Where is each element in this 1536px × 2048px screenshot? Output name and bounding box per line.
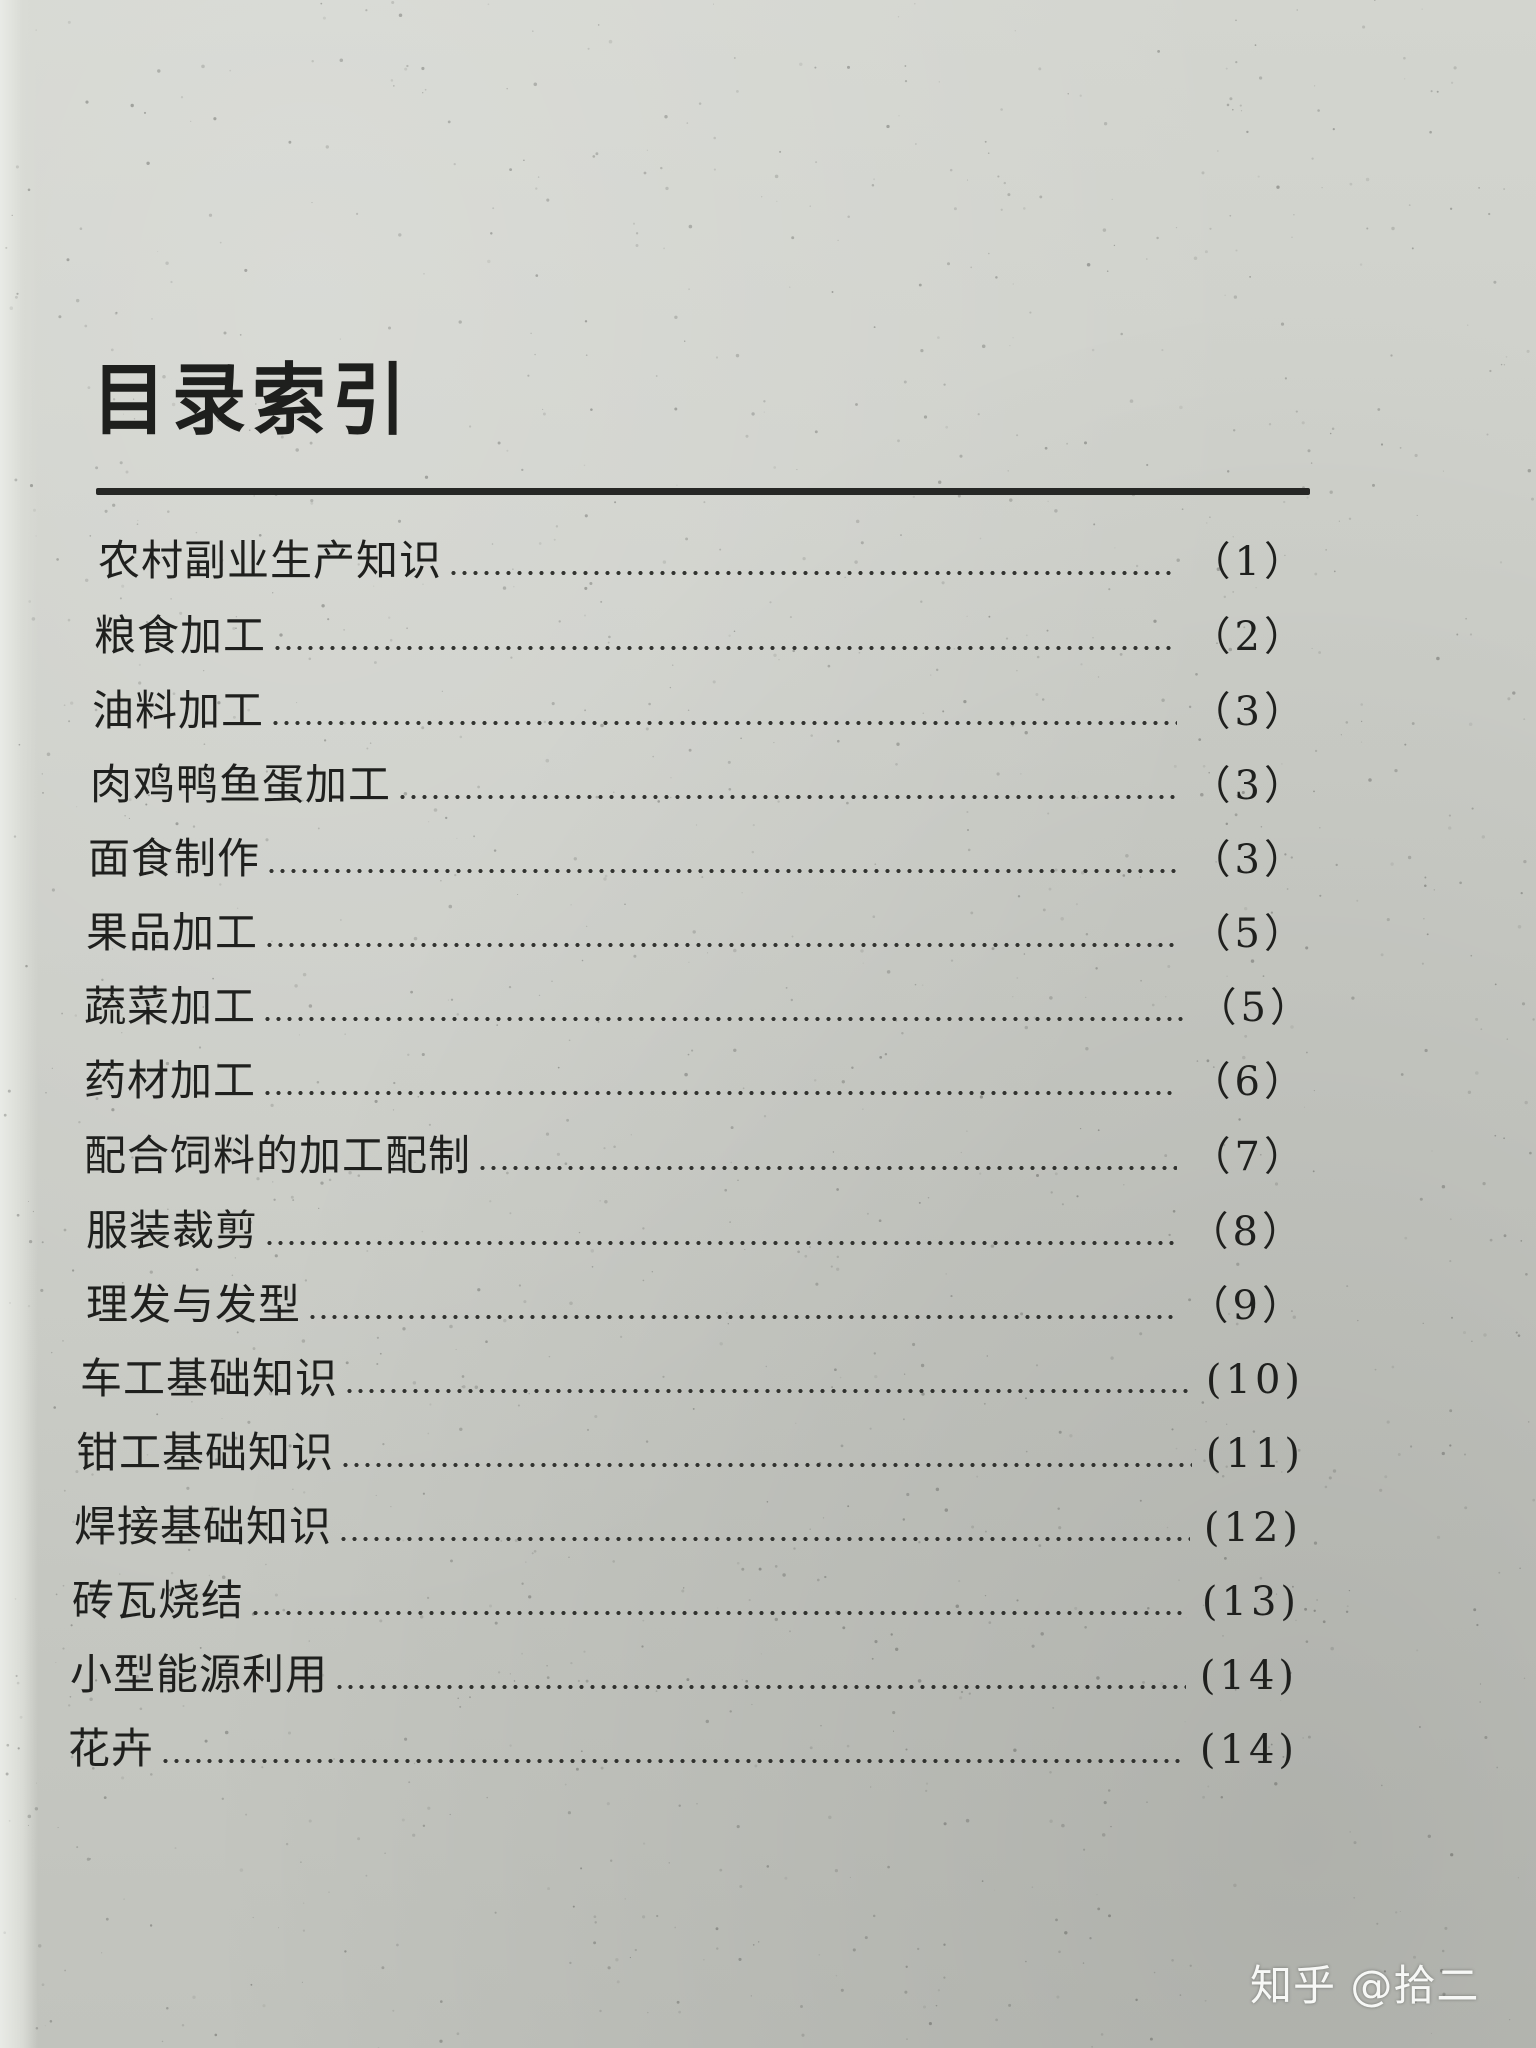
dot-leader <box>334 1684 1186 1690</box>
toc-entry-13: 钳工基础知识 (11) <box>76 1414 1304 1477</box>
toc-entry-17: 花卉 (14) <box>68 1710 1298 1773</box>
toc-entry-label: 粮食加工 <box>94 611 267 660</box>
toc-entry-page: （5） <box>1190 911 1308 957</box>
toc-entry-page: （3） <box>1190 763 1308 809</box>
toc-entry-label: 面食制作 <box>88 834 261 883</box>
toc-entry-page: （6） <box>1190 1059 1308 1105</box>
toc-entry-page: （5） <box>1196 985 1314 1031</box>
toc-entry-label: 小型能源利用 <box>70 1650 329 1699</box>
toc-entry-label: 油料加工 <box>92 686 265 735</box>
dot-leader <box>264 942 1177 948</box>
dot-leader <box>266 868 1177 874</box>
dot-leader <box>307 1314 1175 1320</box>
toc-entry-1: 农村副业生产知识 （1） <box>98 522 1308 585</box>
dot-leader <box>250 1610 1188 1616</box>
toc-entry-page: (13) <box>1201 1579 1300 1625</box>
toc-entry-label: 蔬菜加工 <box>84 982 257 1031</box>
toc-entry-page: （1） <box>1190 539 1308 585</box>
book-page: 目录索引 农村副业生产知识 （1） 粮食加工 （2） 油料加工 （3） 肉鸡鸭鱼… <box>0 0 1536 2048</box>
toc-entry-14: 焊接基础知识 (12) <box>74 1488 1302 1551</box>
toc-entry-7: 蔬菜加工 （5） <box>84 968 1314 1031</box>
zhihu-watermark: 知乎 @拾二 <box>1250 1961 1480 2010</box>
toc-entry-page: （3） <box>1190 689 1308 735</box>
toc-entry-label: 肉鸡鸭鱼蛋加工 <box>90 760 392 809</box>
toc-entry-label: 砖瓦烧结 <box>72 1576 245 1625</box>
toc-entry-16: 小型能源利用 (14) <box>70 1636 1298 1699</box>
dot-leader <box>262 1016 1183 1022</box>
dot-leader <box>448 570 1177 576</box>
toc-entry-12: 车工基础知识 (10) <box>80 1340 1304 1403</box>
dot-leader <box>264 1240 1175 1246</box>
toc-entry-page: （9） <box>1188 1283 1306 1329</box>
toc-entry-page: (14) <box>1199 1727 1298 1773</box>
dot-leader <box>272 645 1177 651</box>
toc-entry-9: 配合饲料的加工配制 （7） <box>84 1117 1308 1180</box>
dot-leader <box>340 1462 1192 1468</box>
dot-leader <box>270 720 1177 726</box>
toc-entry-label: 农村副业生产知识 <box>98 536 443 585</box>
toc-entry-label: 钳工基础知识 <box>76 1428 335 1477</box>
table-of-contents: 农村副业生产知识 （1） 粮食加工 （2） 油料加工 （3） 肉鸡鸭鱼蛋加工 （… <box>0 0 1536 2048</box>
toc-entry-label: 药材加工 <box>84 1056 257 1105</box>
toc-entry-5: 面食制作 （3） <box>88 820 1308 883</box>
toc-entry-10: 服装裁剪 （8） <box>86 1192 1306 1255</box>
dot-leader <box>160 1758 1186 1764</box>
toc-entry-11: 理发与发型 （9） <box>86 1266 1306 1329</box>
toc-entry-page: （3） <box>1190 837 1308 883</box>
toc-entry-15: 砖瓦烧结 (13) <box>72 1562 1300 1625</box>
toc-entry-page: (12) <box>1203 1505 1302 1551</box>
dot-leader <box>397 794 1177 800</box>
toc-entry-label: 服装裁剪 <box>86 1206 259 1255</box>
toc-entry-label: 配合饲料的加工配制 <box>84 1131 472 1180</box>
toc-entry-page: （2） <box>1190 614 1308 660</box>
toc-entry-3: 油料加工 （3） <box>92 672 1308 735</box>
toc-entry-page: (10) <box>1205 1357 1304 1403</box>
toc-entry-label: 车工基础知识 <box>80 1354 339 1403</box>
toc-entry-8: 药材加工 （6） <box>84 1042 1308 1105</box>
toc-entry-page: （8） <box>1188 1209 1306 1255</box>
dot-leader <box>262 1090 1177 1096</box>
toc-entry-2: 粮食加工 （2） <box>94 597 1308 660</box>
dot-leader <box>477 1165 1177 1171</box>
toc-entry-6: 果品加工 （5） <box>86 894 1308 957</box>
toc-entry-page: （7） <box>1190 1134 1308 1180</box>
toc-entry-label: 焊接基础知识 <box>74 1502 333 1551</box>
toc-entry-page: (11) <box>1205 1431 1304 1477</box>
dot-leader <box>344 1388 1192 1394</box>
toc-entry-page: (14) <box>1199 1653 1298 1699</box>
toc-entry-label: 理发与发型 <box>86 1280 302 1329</box>
toc-entry-4: 肉鸡鸭鱼蛋加工 （3） <box>90 746 1308 809</box>
toc-entry-label: 果品加工 <box>86 908 259 957</box>
toc-entry-label: 花卉 <box>68 1724 155 1773</box>
dot-leader <box>338 1536 1190 1542</box>
